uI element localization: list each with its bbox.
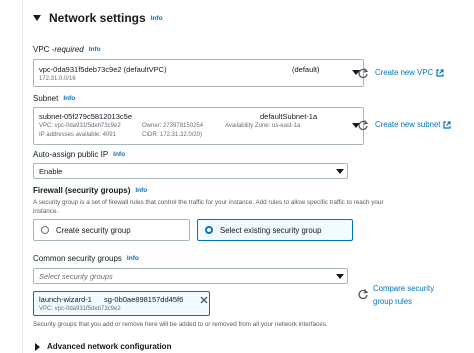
- security-groups-note: Security groups that you add or remove h…: [33, 321, 328, 328]
- external-link-icon: [436, 68, 444, 77]
- collapse-caret-icon[interactable]: [33, 15, 41, 21]
- create-vpc-link-text: Create new VPC: [375, 68, 434, 77]
- common-security-groups-label-text: Common security groups: [33, 254, 122, 263]
- subnet-refresh-icon[interactable]: [357, 119, 369, 131]
- subnet-az: Availability Zone: us-east-1a: [225, 123, 301, 129]
- firewall-info-link[interactable]: Info: [135, 187, 147, 194]
- radio-select-existing-security-group[interactable]: [205, 226, 213, 234]
- security-groups-select[interactable]: Select security groups: [33, 268, 348, 284]
- advanced-network-configuration-label: Advanced network configuration: [47, 342, 172, 351]
- compare-security-group-rules-link[interactable]: Compare security group rules: [373, 282, 434, 308]
- vpc-required-text: required: [54, 45, 84, 54]
- firewall-description: A security group is a set of firewall ru…: [33, 198, 463, 216]
- remove-token-icon[interactable]: [200, 296, 208, 304]
- subnet-info-link[interactable]: Info: [63, 95, 75, 102]
- vpc-cidr: 172.31.0.0/16: [39, 76, 76, 82]
- public-ip-value: Enable: [39, 167, 63, 176]
- firewall-label: Firewall (security groups) Info: [33, 186, 147, 195]
- common-security-groups-label: Common security groups Info: [33, 254, 139, 263]
- subnet-vpc: VPC: vpc-0da931f5deb73c9e2: [39, 123, 121, 129]
- subnet-name: defaultSubnet-1a: [260, 112, 318, 121]
- subnet-ips: IP addresses available: 4091: [39, 132, 116, 138]
- compare-link-line2: group rules: [373, 297, 413, 306]
- security-group-token: launch-wizard-1 sg-0b0ae898157dd45f6 VPC…: [33, 291, 210, 316]
- info-link[interactable]: Info: [151, 15, 163, 22]
- network-settings-header[interactable]: Network settings Info: [33, 9, 163, 27]
- create-subnet-link[interactable]: Create new subnet: [375, 120, 452, 129]
- firewall-description-line2: instance.: [33, 208, 59, 215]
- external-link-icon: [443, 120, 452, 129]
- create-vpc-link[interactable]: Create new VPC: [375, 68, 444, 77]
- create-subnet-link-text: Create new subnet: [375, 120, 441, 129]
- vpc-refresh-icon[interactable]: [357, 67, 369, 79]
- vpc-select[interactable]: vpc-0da931f5deb73c9e2 (defaultVPC) (defa…: [33, 59, 364, 87]
- firewall-label-text: Firewall (security groups): [33, 186, 131, 195]
- token-group-name: launch-wizard-1: [39, 295, 92, 304]
- expand-caret-icon: [35, 342, 40, 351]
- security-groups-dropdown-caret-icon: [336, 274, 344, 279]
- token-group-id: sg-0b0ae898157dd45f6: [104, 295, 184, 304]
- token-vpc: VPC: vpc-0da931f5deb73c9e2: [39, 306, 121, 312]
- security-groups-refresh-icon[interactable]: [357, 288, 369, 300]
- radio-create-security-group[interactable]: [41, 226, 49, 234]
- vpc-value: vpc-0da931f5deb73c9e2 (defaultVPC): [39, 65, 167, 74]
- public-ip-dropdown-caret-icon: [336, 169, 344, 174]
- common-security-groups-info-link[interactable]: Info: [127, 255, 139, 262]
- subnet-label: Subnet Info: [33, 94, 75, 103]
- vpc-label: VPC - required Info: [33, 45, 101, 54]
- public-ip-info-link[interactable]: Info: [113, 151, 125, 158]
- vpc-info-link[interactable]: Info: [89, 46, 101, 53]
- vpc-label-text: VPC -: [33, 45, 55, 54]
- subnet-id: subnet-05f279c5812013c5e: [39, 112, 132, 121]
- subnet-select[interactable]: subnet-05f279c5812013c5e defaultSubnet-1…: [33, 107, 364, 145]
- public-ip-label: Auto-assign public IP Info: [33, 150, 125, 159]
- subnet-cidr: CIDR: 172.31.32.0/20): [142, 132, 203, 138]
- subnet-label-text: Subnet: [33, 94, 59, 103]
- create-security-group-option[interactable]: Create security group: [33, 219, 190, 241]
- select-existing-security-group-label: Select existing security group: [220, 225, 322, 235]
- section-title: Network settings: [49, 11, 146, 25]
- network-settings-panel: Network settings Info VPC - required Inf…: [22, 0, 474, 353]
- firewall-description-line1: A security group is a set of firewall ru…: [33, 199, 384, 206]
- compare-link-line1: Compare security: [373, 284, 435, 293]
- public-ip-select[interactable]: Enable: [33, 163, 348, 179]
- vpc-default-tag: (default): [292, 65, 320, 74]
- security-groups-placeholder: Select security groups: [39, 272, 113, 281]
- advanced-network-configuration-toggle[interactable]: Advanced network configuration: [35, 342, 171, 351]
- create-security-group-label: Create security group: [56, 225, 131, 235]
- public-ip-label-text: Auto-assign public IP: [33, 150, 109, 159]
- subnet-owner: Owner: 273978150254: [142, 123, 204, 129]
- select-existing-security-group-option[interactable]: Select existing security group: [197, 219, 353, 241]
